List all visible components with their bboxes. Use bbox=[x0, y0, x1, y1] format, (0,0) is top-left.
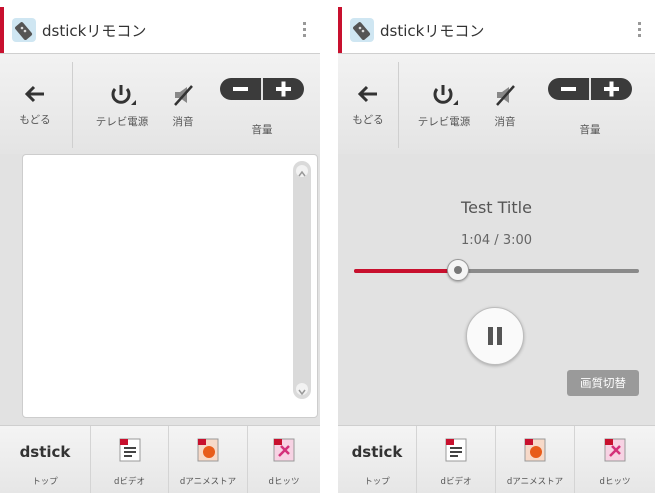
nav-item-dvideo[interactable]: dビデオ bbox=[417, 426, 496, 493]
back-arrow-icon bbox=[357, 85, 377, 103]
dhits-icon bbox=[273, 438, 295, 462]
nav-label-dhits: dヒッツ bbox=[599, 477, 631, 487]
scroll-up-icon[interactable] bbox=[296, 165, 308, 177]
volume-label: 音量 bbox=[579, 124, 601, 136]
tv-power-label: テレビ電源 bbox=[95, 116, 149, 128]
mute-icon bbox=[496, 85, 515, 106]
volume-up-button[interactable] bbox=[263, 78, 304, 100]
back-button[interactable]: もどる bbox=[338, 84, 398, 127]
pause-icon bbox=[488, 327, 493, 345]
mute-label: 消音 bbox=[494, 116, 516, 128]
power-icon bbox=[111, 85, 136, 105]
accent-stripe bbox=[338, 7, 342, 53]
volume-caption: 音量 bbox=[548, 122, 632, 137]
volume-control bbox=[548, 78, 632, 100]
plus-icon bbox=[276, 81, 291, 97]
remote-controls: もどる テレビ電源 消音 音量 bbox=[0, 54, 320, 154]
plus-icon bbox=[604, 81, 619, 97]
tv-power-label: テレビ電源 bbox=[417, 116, 471, 128]
dstick-logo: dstick bbox=[351, 443, 403, 461]
nav-item-top[interactable]: dstick トップ bbox=[0, 426, 91, 493]
bottom-navigation: dstick トップ dビデオ dアニメストア dヒッツ bbox=[0, 425, 320, 493]
volume-control bbox=[220, 78, 304, 100]
back-label: もどる bbox=[19, 114, 51, 126]
dvideo-icon bbox=[445, 438, 467, 462]
minus-icon bbox=[233, 87, 248, 91]
power-icon bbox=[433, 85, 458, 105]
nav-item-dhits[interactable]: dヒッツ bbox=[575, 426, 655, 493]
remote-screen-text: dstickリモコン もどる テレビ電源 消音 音量 dstick トップ dビ… bbox=[0, 7, 320, 493]
current-time: 1:04 bbox=[460, 233, 491, 248]
dhits-icon bbox=[604, 438, 626, 462]
mute-icon bbox=[174, 85, 193, 106]
tv-power-button[interactable]: テレビ電源 bbox=[406, 84, 482, 129]
app-title-bar: dstickリモコン bbox=[338, 7, 655, 54]
dstick-logo: dstick bbox=[19, 443, 71, 461]
track-title: Test Title bbox=[461, 198, 532, 217]
nav-item-danime[interactable]: dアニメストア bbox=[496, 426, 575, 493]
total-time: 3:00 bbox=[502, 233, 533, 248]
pause-button[interactable] bbox=[466, 307, 524, 365]
scrollbar[interactable] bbox=[293, 161, 311, 399]
danime-icon bbox=[197, 438, 219, 462]
seek-handle[interactable] bbox=[446, 259, 469, 281]
nav-item-dvideo[interactable]: dビデオ bbox=[91, 426, 169, 493]
nav-label-danime: dアニメストア bbox=[506, 477, 564, 487]
remote-screen-player: dstickリモコン もどる テレビ電源 消音 音量 Test Title 1:… bbox=[338, 7, 655, 493]
remote-app-icon bbox=[350, 18, 374, 42]
remote-app-icon bbox=[12, 18, 36, 42]
app-title: dstickリモコン bbox=[380, 22, 485, 40]
mute-label: 消音 bbox=[172, 116, 194, 128]
scroll-down-icon[interactable] bbox=[296, 383, 308, 396]
bottom-navigation: dstick トップ dビデオ dアニメストア dヒッツ bbox=[338, 425, 655, 493]
quality-toggle-button[interactable]: 画質切替 bbox=[567, 370, 639, 396]
back-label: もどる bbox=[352, 114, 384, 126]
time-separator: / bbox=[494, 233, 499, 248]
nav-item-top[interactable]: dstick トップ bbox=[338, 426, 417, 493]
nav-label-dhits: dヒッツ bbox=[268, 477, 300, 487]
text-input-area[interactable] bbox=[22, 154, 318, 418]
seek-bar[interactable] bbox=[354, 259, 639, 281]
app-title: dstickリモコン bbox=[42, 22, 147, 40]
overflow-menu-icon[interactable] bbox=[635, 19, 643, 41]
playback-time: 1:04 / 3:00 bbox=[338, 233, 655, 248]
seek-progress bbox=[354, 269, 457, 273]
accent-stripe bbox=[0, 7, 4, 53]
volume-up-button[interactable] bbox=[591, 78, 632, 100]
danime-icon bbox=[524, 438, 546, 462]
dvideo-icon bbox=[119, 438, 140, 462]
tv-power-button[interactable]: テレビ電源 bbox=[84, 84, 160, 129]
volume-caption: 音量 bbox=[220, 122, 304, 137]
minus-icon bbox=[561, 87, 576, 91]
app-title-bar: dstickリモコン bbox=[0, 7, 320, 54]
nav-label-top: トップ bbox=[32, 477, 58, 487]
mute-button[interactable]: 消音 bbox=[484, 84, 526, 129]
back-button[interactable]: もどる bbox=[0, 84, 70, 127]
nav-label-dvideo: dビデオ bbox=[440, 477, 472, 487]
volume-label: 音量 bbox=[251, 124, 273, 136]
volume-down-button[interactable] bbox=[220, 78, 261, 100]
nav-label-top: トップ bbox=[364, 477, 390, 487]
nav-label-dvideo: dビデオ bbox=[114, 477, 145, 487]
overflow-menu-icon[interactable] bbox=[300, 19, 308, 41]
nav-item-dhits[interactable]: dヒッツ bbox=[248, 426, 320, 493]
nav-label-danime: dアニメストア bbox=[179, 477, 237, 487]
back-arrow-icon bbox=[24, 85, 44, 103]
nav-item-danime[interactable]: dアニメストア bbox=[169, 426, 248, 493]
mute-button[interactable]: 消音 bbox=[160, 84, 206, 129]
remote-controls: もどる テレビ電源 消音 音量 bbox=[338, 54, 655, 154]
volume-down-button[interactable] bbox=[548, 78, 589, 100]
